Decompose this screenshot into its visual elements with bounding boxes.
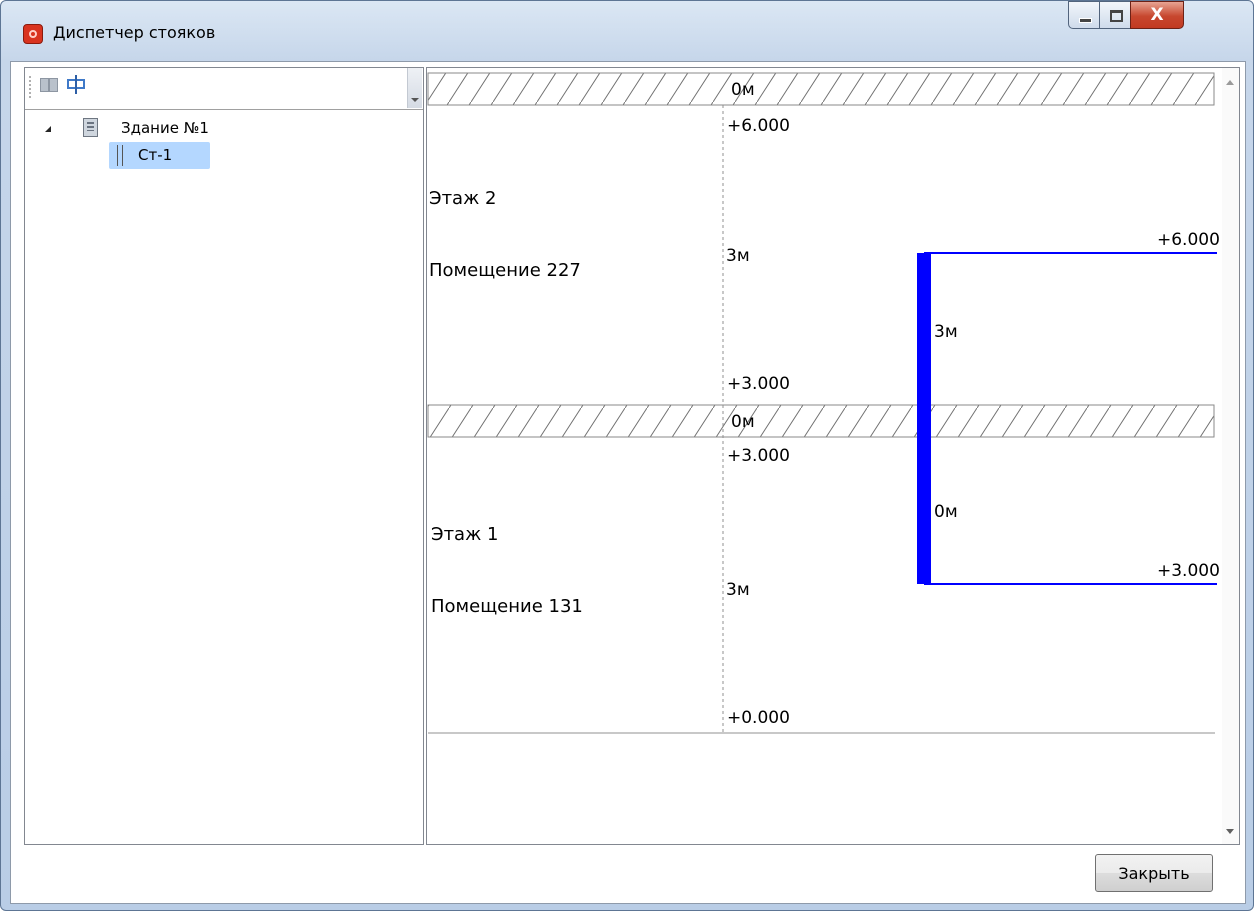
riser-diagram — [427, 72, 1217, 734]
riser-elevation-mark: +6.000 — [1157, 230, 1220, 250]
elevation-mark: +3.000 — [727, 374, 790, 394]
floor-height-label: 3м — [726, 246, 750, 266]
building-icon — [83, 118, 98, 137]
slab-top — [427, 72, 1215, 106]
close-icon: X — [1150, 5, 1164, 25]
room-name: Помещение 227 — [429, 260, 581, 281]
minimize-button[interactable] — [1068, 1, 1100, 29]
scroll-up-icon[interactable] — [1226, 80, 1234, 85]
window-title: Диспетчер стояков — [53, 23, 216, 42]
elevation-mark: +3.000 — [727, 446, 790, 466]
tree-panel: Здание №1 Ст-1 — [24, 67, 424, 845]
slab-label: 0м — [731, 80, 755, 100]
riser-elevation-mark: +3.000 — [1157, 561, 1220, 581]
tree-node-riser-label: Ст-1 — [138, 146, 173, 164]
elevation-mark: +0.000 — [727, 708, 790, 728]
button-bar — [11, 846, 1245, 903]
tree-node-riser[interactable]: Ст-1 — [109, 142, 210, 169]
toolbar-overflow-button[interactable] — [407, 68, 422, 108]
room-name: Помещение 131 — [431, 596, 583, 617]
floor-height-label: 3м — [726, 580, 750, 600]
tree-node-building[interactable]: Здание №1 — [121, 115, 209, 141]
find-icon[interactable] — [38, 74, 60, 96]
slab-label: 0м — [731, 412, 755, 432]
tree-toolbar — [25, 68, 423, 110]
app-icon — [23, 24, 43, 44]
riser-pipe[interactable] — [917, 253, 931, 584]
vertical-scrollbar[interactable] — [1222, 68, 1239, 844]
toolbar-grip[interactable] — [29, 76, 34, 98]
slab-middle — [427, 404, 1215, 438]
floor-name: Этаж 1 — [431, 524, 499, 545]
client-area: Здание №1 Ст-1 0м +6.000 Этаж 2 Помещени… — [10, 61, 1246, 904]
scroll-down-icon[interactable] — [1226, 829, 1234, 834]
riser-segment-label: 0м — [934, 502, 958, 522]
edit-riser-icon[interactable] — [66, 74, 88, 96]
riser-segment-label: 3м — [934, 322, 958, 342]
maximize-button[interactable] — [1099, 1, 1131, 29]
close-window-button[interactable]: X — [1130, 1, 1184, 29]
riser-icon — [117, 145, 123, 166]
riser-diagram-panel: 0м +6.000 Этаж 2 Помещение 227 3м +3.000… — [426, 67, 1240, 845]
expand-collapse-icon[interactable] — [45, 126, 51, 132]
floor-name: Этаж 2 — [429, 188, 497, 209]
close-button[interactable]: Закрыть — [1095, 854, 1213, 892]
elevation-mark: +6.000 — [727, 116, 790, 136]
title-bar[interactable]: Диспетчер стояков X — [1, 1, 1253, 61]
riser-manager-window: Диспетчер стояков X Здание №1 Ст-1 0м +6… — [0, 0, 1254, 911]
